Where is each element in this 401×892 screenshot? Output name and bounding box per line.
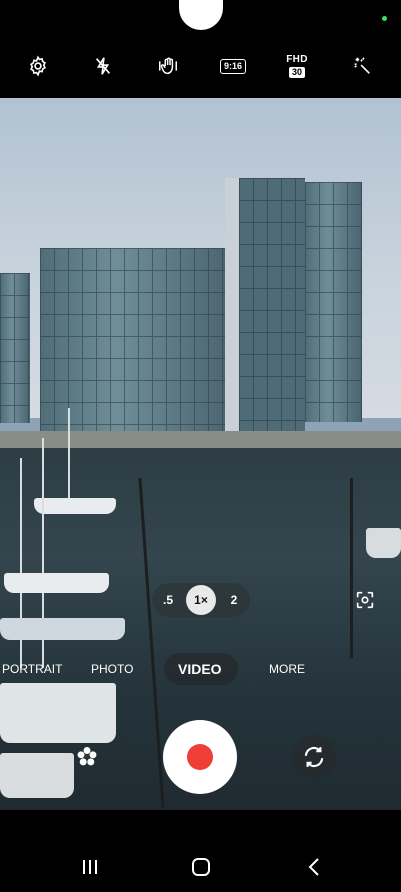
scene-boat	[366, 528, 401, 558]
gear-icon	[30, 55, 46, 77]
zoom-option-0-5[interactable]: .5	[158, 583, 178, 617]
hand-stabilize-icon	[159, 57, 177, 75]
flower-filter-icon	[77, 747, 97, 766]
record-button[interactable]	[163, 720, 237, 794]
aspect-ratio-button[interactable]: 9:16	[213, 46, 253, 86]
flash-off-icon	[95, 57, 111, 75]
scene-boat	[0, 753, 74, 798]
scene-mast	[68, 408, 70, 508]
mode-more[interactable]: MORE	[269, 652, 305, 686]
scene-building	[0, 273, 30, 423]
magic-wand-icon	[354, 57, 370, 74]
switch-camera-button[interactable]	[292, 735, 336, 779]
camera-viewfinder[interactable]	[0, 98, 401, 810]
scene-optimizer-icon	[356, 591, 374, 609]
zoom-option-2[interactable]: 2	[224, 583, 244, 617]
scene-optimizer-button[interactable]	[352, 587, 378, 613]
aspect-ratio-label: 9:16	[219, 58, 246, 74]
phone-screen: 9:16 FHD 30 .5 2 1× PORTRAIT PHOTO VIDEO…	[0, 0, 401, 892]
top-toolbar: 9:16 FHD 30	[0, 34, 401, 98]
mode-photo[interactable]: PHOTO	[91, 652, 133, 686]
fps-label: 30	[288, 66, 305, 78]
effects-button[interactable]	[342, 46, 382, 86]
switch-camera-icon	[304, 746, 324, 768]
mode-video[interactable]: VIDEO	[178, 652, 222, 686]
mode-portrait[interactable]: PORTRAIT	[2, 652, 62, 686]
zoom-selected-label: 1×	[194, 593, 208, 607]
camera-mode-selector: PORTRAIT PHOTO VIDEO MORE	[0, 652, 401, 686]
camera-in-use-indicator	[382, 16, 387, 21]
scene-building	[305, 182, 362, 422]
scene-boat	[0, 683, 116, 743]
resolution-label: FHD	[286, 53, 308, 65]
back-icon	[308, 858, 319, 876]
settings-button[interactable]	[18, 46, 58, 86]
back-button[interactable]	[294, 852, 334, 882]
home-button[interactable]	[181, 852, 221, 882]
system-navigation-bar	[0, 840, 401, 892]
scene-boat	[0, 618, 125, 640]
recent-apps-icon	[83, 860, 97, 874]
flash-button[interactable]	[83, 46, 123, 86]
camera-notch	[179, 0, 223, 30]
record-dot	[187, 744, 213, 770]
scene-building	[225, 178, 305, 448]
scene-pier	[350, 478, 353, 658]
scene-boat	[4, 573, 109, 593]
zoom-option-1[interactable]: 1×	[186, 585, 216, 615]
recent-apps-button[interactable]	[70, 852, 110, 882]
scene-boat	[34, 498, 116, 514]
filter-button[interactable]	[72, 742, 102, 772]
home-icon	[192, 858, 210, 876]
resolution-button[interactable]: FHD 30	[277, 46, 317, 86]
stabilization-button[interactable]	[148, 46, 188, 86]
